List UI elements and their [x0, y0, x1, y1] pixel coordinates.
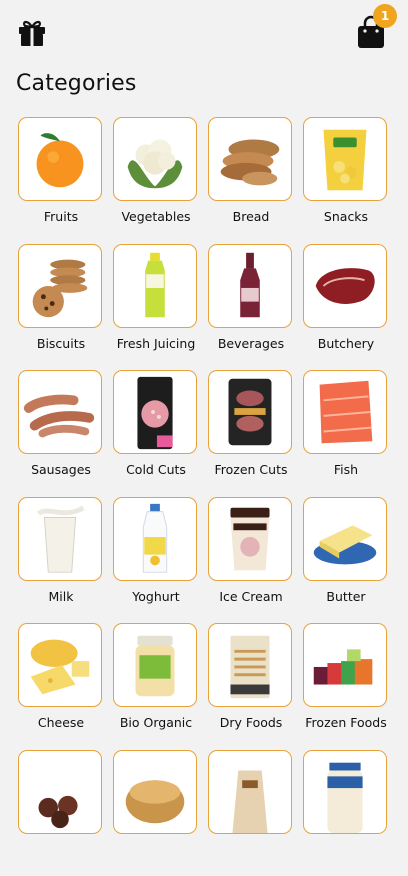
category-vegetables[interactable]: Vegetables — [113, 117, 199, 244]
category-label: Cold Cuts — [103, 462, 209, 477]
salmon-icon — [303, 370, 387, 454]
category-butter[interactable]: Butter — [303, 497, 389, 624]
category-fish[interactable]: Fish — [303, 370, 389, 497]
salami-pack-icon — [113, 370, 197, 454]
category-dry-foods[interactable]: Dry Foods — [208, 623, 294, 750]
category-biscuits[interactable]: Biscuits — [18, 244, 104, 371]
gift-icon[interactable] — [16, 16, 48, 48]
ice-cream-tub-icon — [208, 497, 292, 581]
category-frozen-foods[interactable]: Frozen Foods — [303, 623, 389, 750]
category-frozen-cuts[interactable]: Frozen Cuts — [208, 370, 294, 497]
mayo-jar-icon — [303, 750, 387, 834]
category-label: Butchery — [293, 336, 399, 351]
cheese-icon — [18, 623, 102, 707]
burger-pack-icon — [208, 370, 292, 454]
butter-dish-icon — [303, 497, 387, 581]
category-sausages[interactable]: Sausages — [18, 370, 104, 497]
cauliflower-icon — [113, 117, 197, 201]
category-label: Ice Cream — [198, 589, 304, 604]
category-label: Fresh Juicing — [103, 336, 209, 351]
category-snacks[interactable]: Snacks — [303, 117, 389, 244]
frozen-veg-icon — [303, 623, 387, 707]
category-label: Bread — [198, 209, 304, 224]
category-label: Milk — [8, 589, 114, 604]
juice-bottle-icon — [113, 244, 197, 328]
category-label: Sausages — [8, 462, 114, 477]
category-fresh-juicing[interactable]: Fresh Juicing — [113, 244, 199, 371]
category-butchery[interactable]: Butchery — [303, 244, 389, 371]
orange-icon — [18, 117, 102, 201]
baby-food-jar-icon — [113, 623, 197, 707]
category-beverages[interactable]: Beverages — [208, 244, 294, 371]
category-item[interactable] — [18, 750, 104, 876]
bread-icon — [208, 117, 292, 201]
pasta-pack-icon — [208, 623, 292, 707]
milk-glass-icon — [18, 497, 102, 581]
drink-bottle-icon — [208, 244, 292, 328]
category-fruits[interactable]: Fruits — [18, 117, 104, 244]
top-bar: 1 — [0, 0, 408, 70]
category-yoghurt[interactable]: Yoghurt — [113, 497, 199, 624]
category-label: Frozen Foods — [293, 715, 399, 730]
sausages-icon — [18, 370, 102, 454]
category-label: Snacks — [293, 209, 399, 224]
category-item[interactable] — [208, 750, 294, 876]
paper-bag-icon — [208, 750, 292, 834]
chips-bag-icon — [303, 117, 387, 201]
category-label: Dry Foods — [198, 715, 304, 730]
category-grid: Fruits Vegetables Bread — [18, 117, 389, 876]
chocolates-icon — [18, 750, 102, 834]
page-title: Categories — [16, 71, 137, 96]
category-ice-cream[interactable]: Ice Cream — [208, 497, 294, 624]
category-label: Frozen Cuts — [198, 462, 304, 477]
category-label: Yoghurt — [103, 589, 209, 604]
category-label: Bio Organic — [103, 715, 209, 730]
category-item[interactable] — [113, 750, 199, 876]
cart-count-badge: 1 — [373, 4, 397, 28]
category-milk[interactable]: Milk — [18, 497, 104, 624]
category-label: Vegetables — [103, 209, 209, 224]
category-bio-organic[interactable]: Bio Organic — [113, 623, 199, 750]
category-label: Fruits — [8, 209, 114, 224]
category-item[interactable] — [303, 750, 389, 876]
category-label: Beverages — [198, 336, 304, 351]
category-bread[interactable]: Bread — [208, 117, 294, 244]
yoghurt-bottle-icon — [113, 497, 197, 581]
steak-icon — [303, 244, 387, 328]
category-cold-cuts[interactable]: Cold Cuts — [113, 370, 199, 497]
category-cheese[interactable]: Cheese — [18, 623, 104, 750]
category-label: Fish — [293, 462, 399, 477]
cereal-bowl-icon — [113, 750, 197, 834]
category-label: Cheese — [8, 715, 114, 730]
category-label: Butter — [293, 589, 399, 604]
category-label: Biscuits — [8, 336, 114, 351]
cookies-icon — [18, 244, 102, 328]
